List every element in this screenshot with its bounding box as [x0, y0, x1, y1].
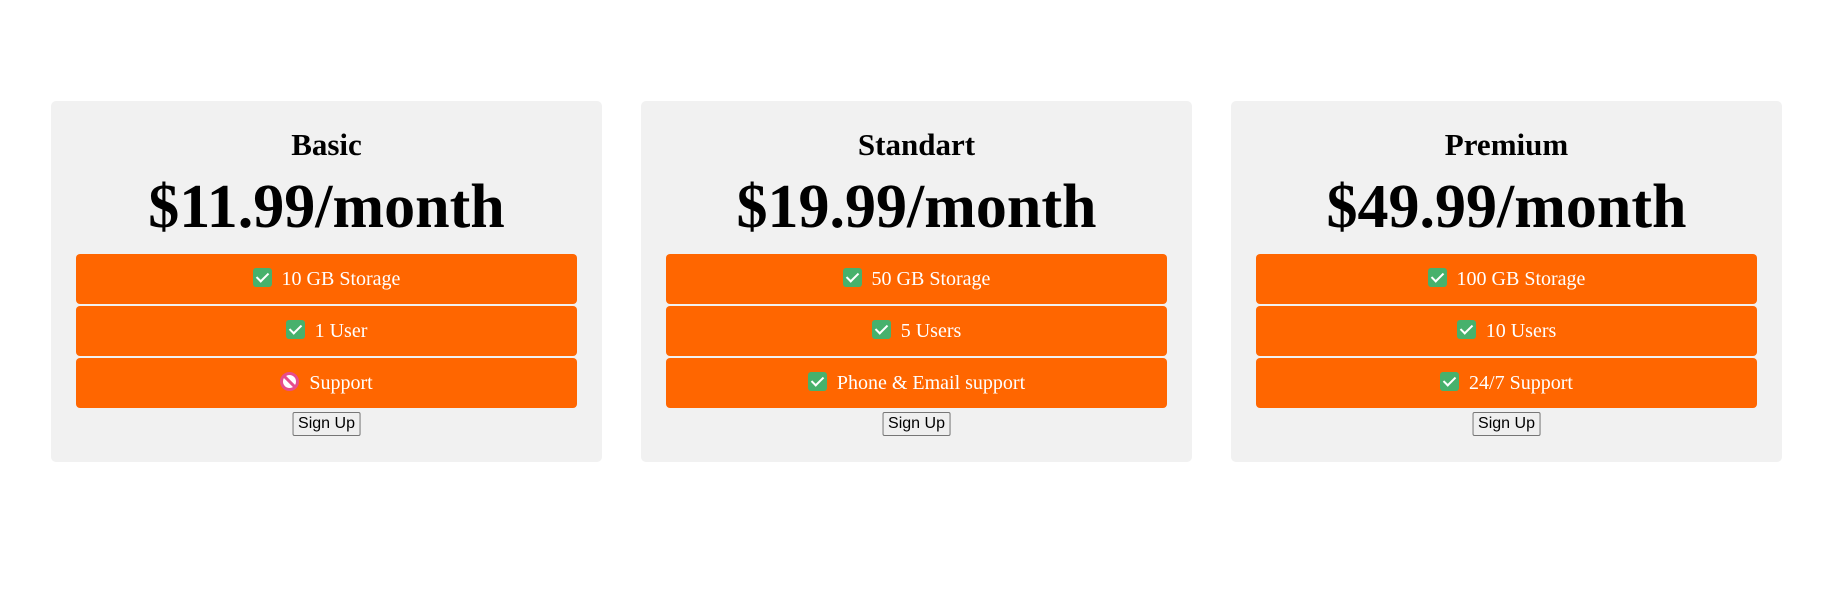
feature-item: 5 Users — [666, 306, 1167, 356]
feature-label: 10 GB Storage — [281, 268, 401, 290]
feature-item: Phone & Email support — [666, 358, 1167, 408]
plan-price: $49.99/month — [1326, 173, 1687, 241]
feature-label: 24/7 Support — [1469, 372, 1573, 394]
feature-label: Phone & Email support — [836, 372, 1026, 394]
pricing-card-standart: Standart $19.99/month 50 GB Storage 5 Us… — [641, 101, 1192, 462]
sign-up-button[interactable]: Sign Up — [882, 412, 951, 436]
feature-label: 50 GB Storage — [871, 268, 991, 290]
feature-list: 10 GB Storage 1 User Support — [76, 254, 577, 410]
check-icon — [1456, 319, 1476, 339]
check-icon — [1440, 371, 1460, 391]
feature-item: Support — [76, 358, 577, 408]
plan-name: Standart — [857, 127, 976, 162]
check-icon — [871, 319, 891, 339]
check-icon — [807, 371, 827, 391]
prohibited-icon — [280, 371, 300, 391]
plan-price: $19.99/month — [736, 173, 1097, 241]
plan-name: Basic — [291, 127, 362, 162]
plan-price: $11.99/month — [148, 173, 505, 241]
feature-item: 100 GB Storage — [1256, 254, 1757, 304]
feature-item: 1 User — [76, 306, 577, 356]
feature-label: Support — [309, 372, 373, 394]
feature-item: 24/7 Support — [1256, 358, 1757, 408]
feature-list: 100 GB Storage 10 Users 24/7 Support — [1256, 254, 1757, 410]
feature-label: 1 User — [314, 320, 368, 342]
sign-up-button[interactable]: Sign Up — [292, 412, 361, 436]
feature-label: 100 GB Storage — [1456, 268, 1586, 290]
check-icon — [842, 267, 862, 287]
feature-label: 5 Users — [900, 320, 962, 342]
pricing-card-premium: Premium $49.99/month 100 GB Storage 10 U… — [1231, 101, 1782, 462]
feature-list: 50 GB Storage 5 Users Phone & Email supp… — [666, 254, 1167, 410]
feature-item: 50 GB Storage — [666, 254, 1167, 304]
pricing-card-basic: Basic $11.99/month 10 GB Storage 1 User … — [51, 101, 602, 462]
feature-item: 10 Users — [1256, 306, 1757, 356]
feature-item: 10 GB Storage — [76, 254, 577, 304]
check-icon — [285, 319, 305, 339]
sign-up-button[interactable]: Sign Up — [1472, 412, 1541, 436]
check-icon — [252, 267, 272, 287]
plan-name: Premium — [1444, 127, 1569, 162]
check-icon — [1427, 267, 1447, 287]
feature-label: 10 Users — [1485, 320, 1557, 342]
